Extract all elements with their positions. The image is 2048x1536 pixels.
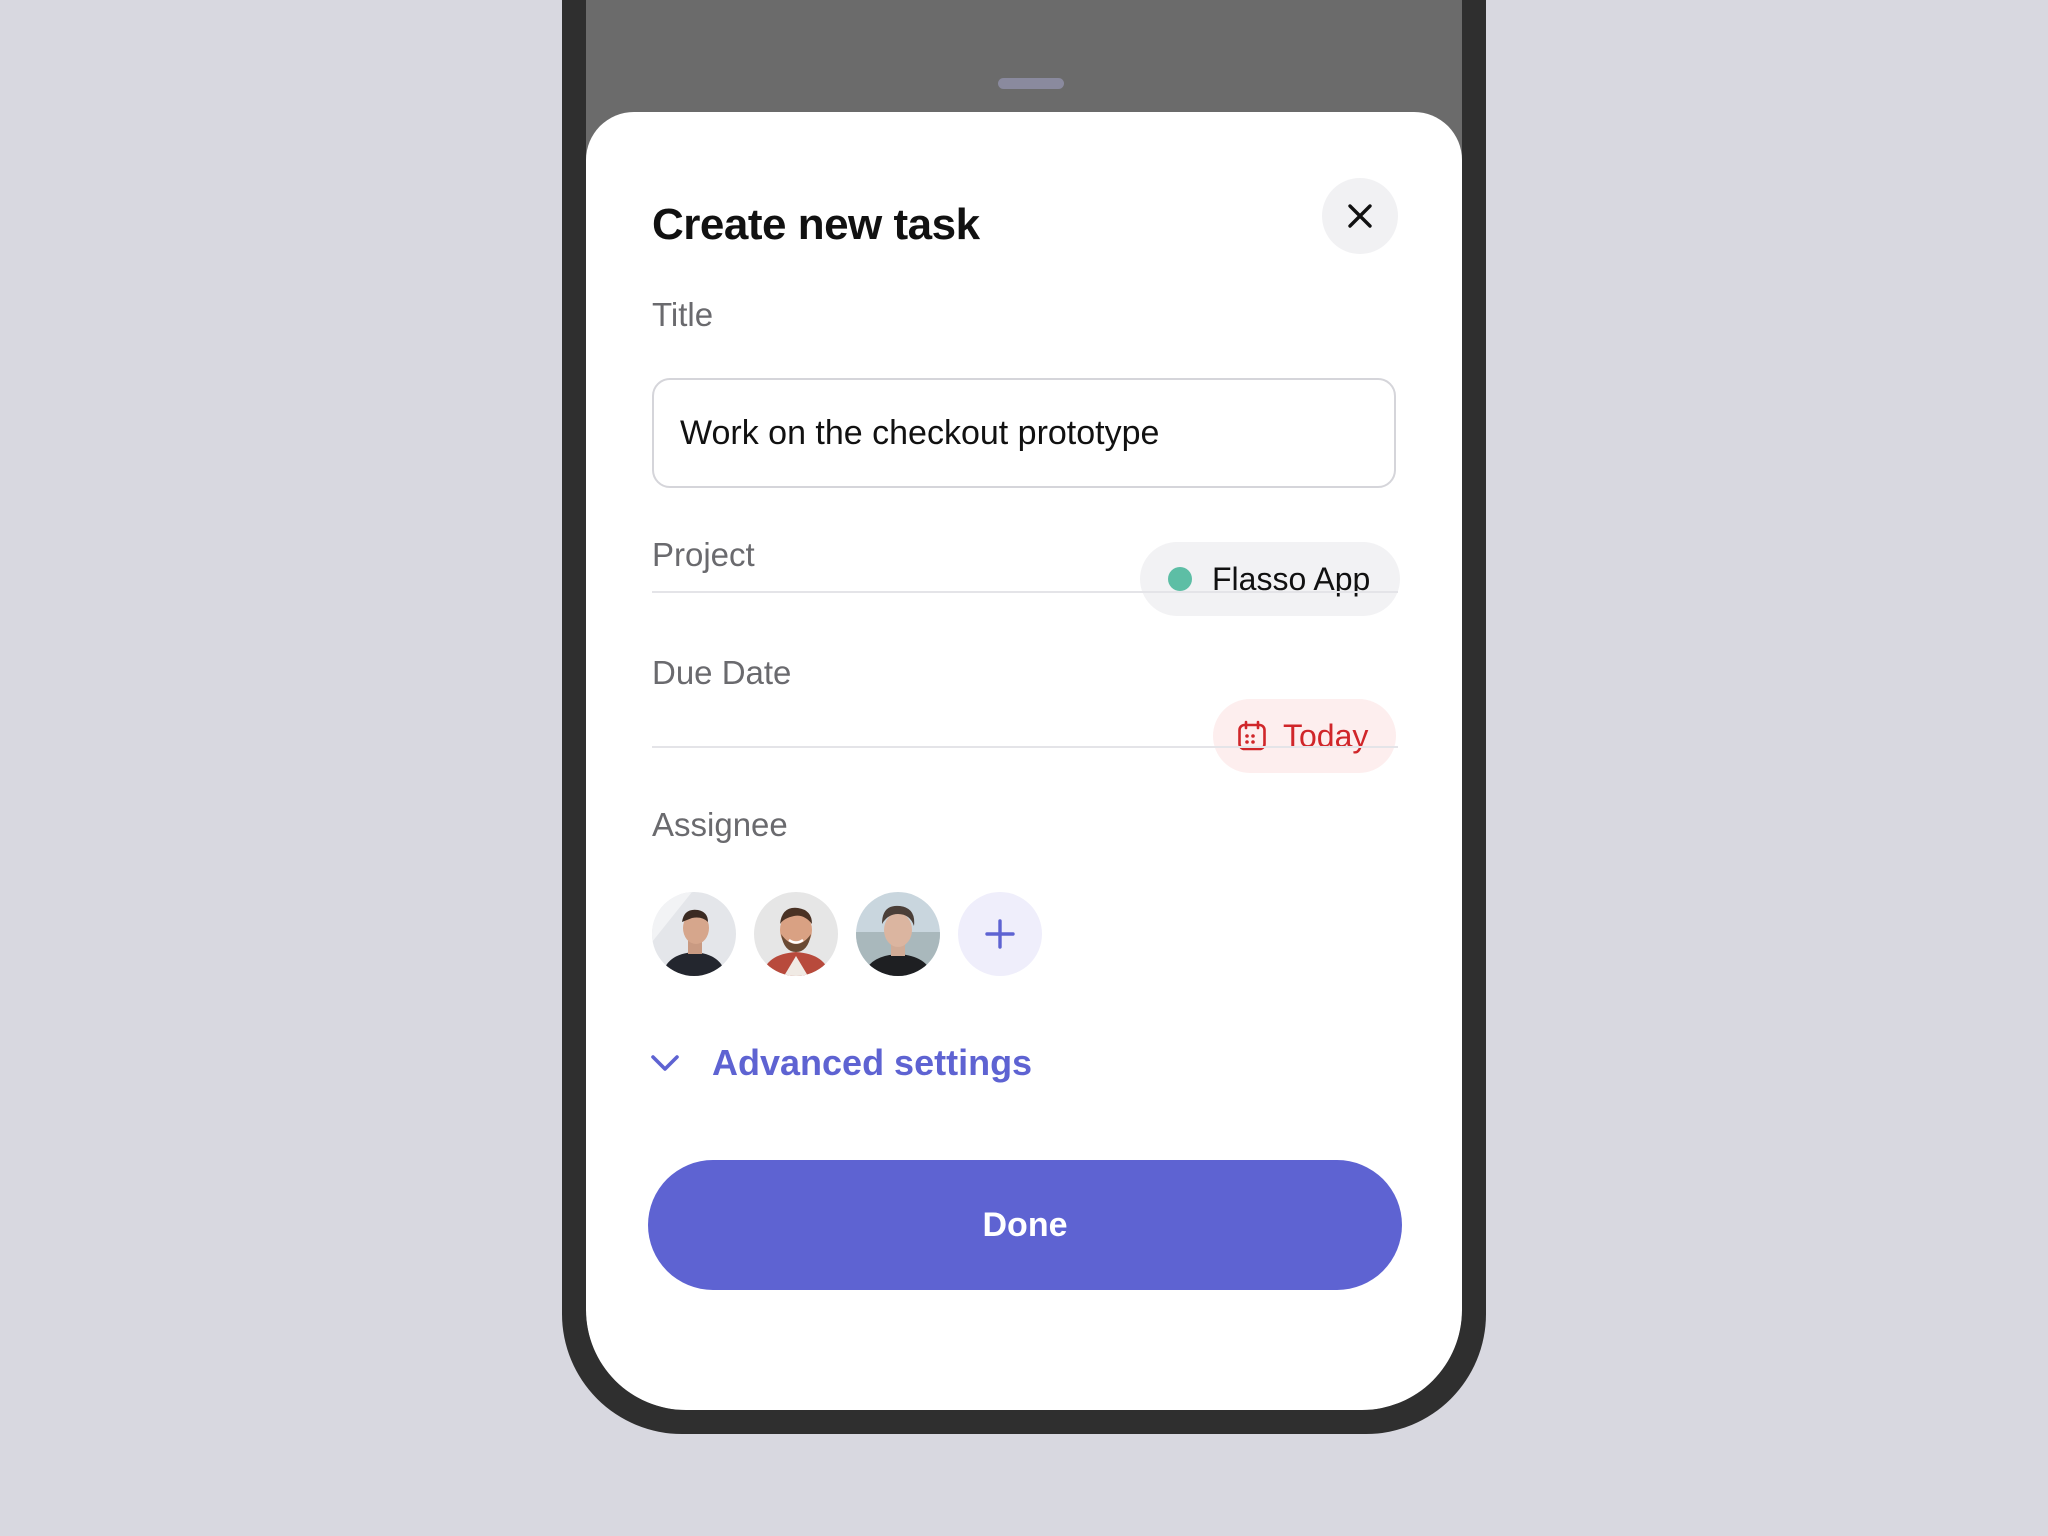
create-task-sheet: Create new task Title Project Flasso App… <box>586 112 1462 1410</box>
divider <box>652 746 1398 748</box>
advanced-settings-label: Advanced settings <box>712 1042 1033 1083</box>
due-date-selector[interactable]: Today <box>1213 699 1397 773</box>
title-input[interactable] <box>652 378 1396 488</box>
phone-screen: Create new task Title Project Flasso App… <box>586 0 1462 1410</box>
plus-icon <box>985 919 1015 949</box>
avatar-image <box>856 892 940 976</box>
project-color-dot <box>1168 567 1192 591</box>
close-button[interactable] <box>1322 178 1398 254</box>
project-label: Project <box>652 536 755 573</box>
due-date-value: Today <box>1283 717 1369 754</box>
close-icon <box>1348 204 1372 228</box>
divider <box>652 591 1398 593</box>
sheet-grabber[interactable] <box>998 78 1064 89</box>
done-button[interactable]: Done <box>648 1160 1402 1290</box>
project-selector[interactable]: Flasso App <box>1140 542 1401 616</box>
sheet-title: Create new task <box>652 200 980 249</box>
avatar-image <box>754 892 838 976</box>
assignee-list <box>652 892 1042 976</box>
due-date-label: Due Date <box>652 654 792 691</box>
avatar[interactable] <box>652 892 736 976</box>
phone-frame: Create new task Title Project Flasso App… <box>562 0 1486 1434</box>
avatar[interactable] <box>754 892 838 976</box>
add-assignee-button[interactable] <box>958 892 1042 976</box>
advanced-settings-toggle[interactable]: Advanced settings <box>650 1042 1032 1084</box>
title-label: Title <box>652 296 714 333</box>
assignee-label: Assignee <box>652 806 788 843</box>
avatar[interactable] <box>856 892 940 976</box>
avatar-image <box>652 892 736 976</box>
chevron-down-icon <box>651 1055 679 1071</box>
